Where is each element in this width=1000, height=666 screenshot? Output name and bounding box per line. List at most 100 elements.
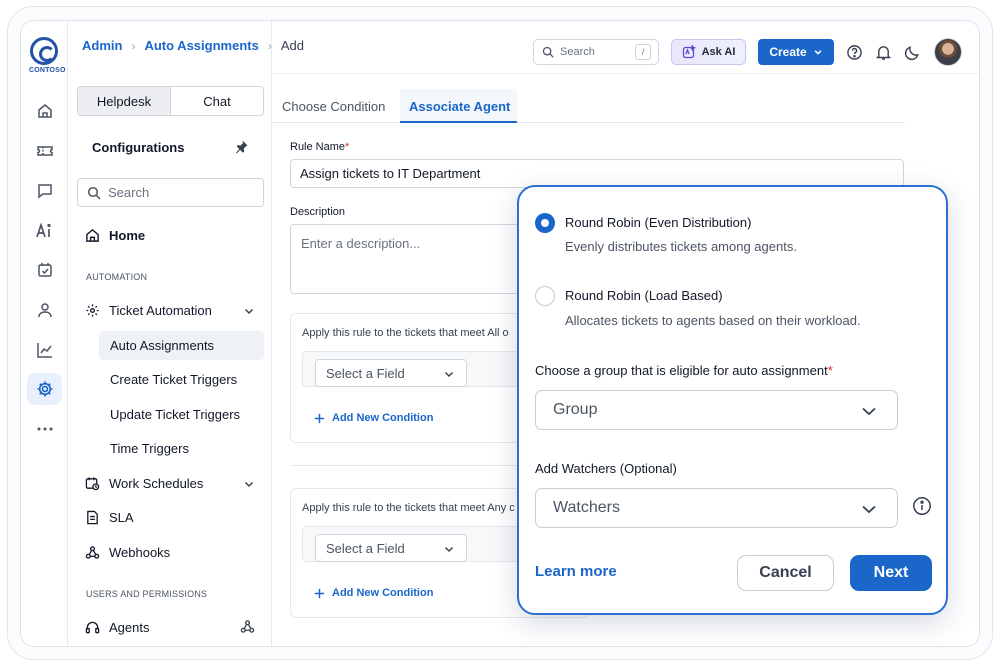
watchers-select[interactable]: Watchers bbox=[535, 488, 898, 528]
chevron-down-icon bbox=[860, 500, 878, 523]
more-icon[interactable] bbox=[32, 416, 58, 442]
ticket-icon[interactable] bbox=[32, 138, 58, 164]
tab-associate-agent[interactable]: Associate Agent bbox=[409, 99, 510, 114]
sidebar-item-label: Webhooks bbox=[109, 545, 171, 560]
segment-chat[interactable]: Chat bbox=[171, 87, 263, 115]
help-icon[interactable] bbox=[843, 41, 865, 63]
user-icon[interactable] bbox=[32, 297, 58, 323]
condition-all-text: Apply this rule to the tickets that meet… bbox=[302, 327, 509, 339]
rule-name-label-text: Rule Name bbox=[290, 141, 346, 153]
chevron-down-icon bbox=[443, 368, 455, 383]
global-search-placeholder: Search bbox=[560, 46, 595, 58]
segment-helpdesk[interactable]: Helpdesk bbox=[78, 87, 171, 115]
watchers-placeholder: Watchers bbox=[553, 499, 620, 516]
sidebar-item-label: Ticket Automation bbox=[109, 303, 212, 318]
learn-more-link[interactable]: Learn more bbox=[535, 563, 617, 580]
sidebar-item-label: Home bbox=[109, 228, 146, 243]
assignment-method-popup: Round Robin (Even Distribution) Evenly d… bbox=[517, 185, 948, 615]
chart-icon[interactable] bbox=[32, 337, 58, 363]
ai-icon[interactable] bbox=[32, 218, 58, 244]
sidebar-item-time-triggers[interactable]: Time Triggers bbox=[110, 441, 189, 456]
tab-underline bbox=[400, 121, 517, 123]
sidebar-item-auto-assignments[interactable]: Auto Assignments bbox=[110, 338, 214, 353]
logo-text: CONTOSO bbox=[29, 67, 66, 74]
add-new-condition-button[interactable]: Add New Condition bbox=[314, 587, 433, 599]
search-icon bbox=[542, 46, 554, 58]
create-button[interactable]: Create bbox=[758, 39, 834, 65]
section-users-permissions: USERS AND PERMISSIONS bbox=[86, 589, 208, 599]
add-condition-label: Add New Condition bbox=[332, 587, 434, 599]
required-asterisk: * bbox=[827, 363, 833, 378]
settings-icon[interactable] bbox=[27, 373, 62, 405]
option-title: Round Robin (Even Distribution) bbox=[565, 215, 752, 230]
logo-mark-icon bbox=[30, 37, 58, 65]
chevron-right-icon: › bbox=[267, 38, 272, 53]
select-field-value: Select a Field bbox=[326, 540, 405, 556]
bell-icon[interactable] bbox=[872, 41, 894, 63]
sidebar-item-update-ticket-triggers[interactable]: Update Ticket Triggers bbox=[110, 407, 240, 422]
add-condition-label: Add New Condition bbox=[332, 412, 434, 424]
moon-icon[interactable] bbox=[901, 41, 923, 63]
create-label: Create bbox=[769, 45, 807, 59]
chevron-down-icon[interactable] bbox=[243, 477, 255, 495]
sidebar-item-ticket-automation[interactable]: Ticket Automation bbox=[85, 303, 212, 318]
global-search-input[interactable]: Search / bbox=[533, 39, 659, 65]
condition-any-text: Apply this rule to the tickets that meet… bbox=[302, 502, 515, 514]
sidebar-search-input[interactable]: Search bbox=[77, 178, 264, 207]
pin-icon[interactable] bbox=[233, 139, 249, 160]
select-field-dropdown[interactable]: Select a Field bbox=[315, 534, 467, 562]
helpdesk-chat-toggle: Helpdesk Chat bbox=[77, 86, 264, 116]
condition-row: Select a Field bbox=[302, 351, 542, 387]
sidebar-item-home[interactable]: Home bbox=[85, 228, 145, 243]
radio-round-robin-load[interactable] bbox=[535, 286, 555, 306]
option-title: Round Robin (Load Based) bbox=[565, 288, 723, 303]
cancel-button[interactable]: Cancel bbox=[737, 555, 834, 591]
chevron-down-icon bbox=[860, 402, 878, 425]
top-bar: Admin › Auto Assignments › Add Search / … bbox=[82, 21, 979, 74]
webhook-icon[interactable] bbox=[240, 619, 255, 639]
chevron-down-icon bbox=[814, 50, 822, 55]
chevron-down-icon[interactable] bbox=[243, 304, 255, 322]
sidebar-item-label: SLA bbox=[109, 510, 134, 525]
sidebar-item-sla[interactable]: SLA bbox=[85, 510, 134, 525]
contoso-logo[interactable]: CONTOSO bbox=[29, 37, 66, 81]
sidebar-item-agents[interactable]: Agents bbox=[85, 620, 149, 635]
task-icon[interactable] bbox=[32, 257, 58, 283]
document-icon bbox=[87, 510, 98, 525]
sidebar-item-work-schedules[interactable]: Work Schedules bbox=[85, 476, 203, 491]
user-avatar[interactable] bbox=[934, 38, 962, 66]
icon-rail: CONTOSO bbox=[21, 21, 68, 646]
webhook-icon bbox=[85, 546, 100, 559]
breadcrumb-auto-assignments[interactable]: Auto Assignments bbox=[144, 38, 258, 53]
search-shortcut-key: / bbox=[635, 44, 651, 60]
breadcrumb-add: Add bbox=[280, 38, 304, 53]
tab-choose-condition[interactable]: Choose Condition bbox=[282, 99, 385, 114]
sparkle-icon bbox=[682, 45, 696, 59]
home-icon[interactable] bbox=[32, 98, 58, 124]
breadcrumb-admin[interactable]: Admin bbox=[82, 38, 122, 53]
ask-ai-button[interactable]: Ask AI bbox=[671, 39, 746, 65]
condition-row: Select a Field bbox=[302, 526, 542, 562]
sidebar-item-create-ticket-triggers[interactable]: Create Ticket Triggers bbox=[110, 372, 237, 387]
sidebar-search-placeholder: Search bbox=[108, 185, 150, 200]
home-icon bbox=[86, 228, 99, 242]
group-placeholder: Group bbox=[553, 401, 598, 418]
radio-round-robin-even[interactable] bbox=[535, 213, 555, 233]
info-icon[interactable] bbox=[912, 496, 932, 521]
calendar-clock-icon bbox=[85, 477, 100, 491]
add-new-condition-button[interactable]: Add New Condition bbox=[314, 412, 433, 424]
group-select[interactable]: Group bbox=[535, 390, 898, 430]
plus-icon bbox=[314, 413, 325, 423]
select-field-value: Select a Field bbox=[326, 365, 405, 381]
chevron-down-icon bbox=[443, 543, 455, 558]
chat-icon[interactable] bbox=[32, 178, 58, 204]
search-icon bbox=[87, 186, 101, 200]
rule-name-input[interactable]: Assign tickets to IT Department bbox=[290, 159, 904, 188]
sidebar-item-webhooks[interactable]: Webhooks bbox=[85, 545, 170, 560]
select-field-dropdown[interactable]: Select a Field bbox=[315, 359, 467, 387]
required-asterisk: * bbox=[345, 141, 350, 153]
next-button[interactable]: Next bbox=[850, 555, 932, 591]
sidebar-item-label: Agents bbox=[109, 620, 150, 635]
watchers-label: Add Watchers (Optional) bbox=[535, 461, 677, 476]
sidebar-item-label: Work Schedules bbox=[109, 476, 204, 491]
